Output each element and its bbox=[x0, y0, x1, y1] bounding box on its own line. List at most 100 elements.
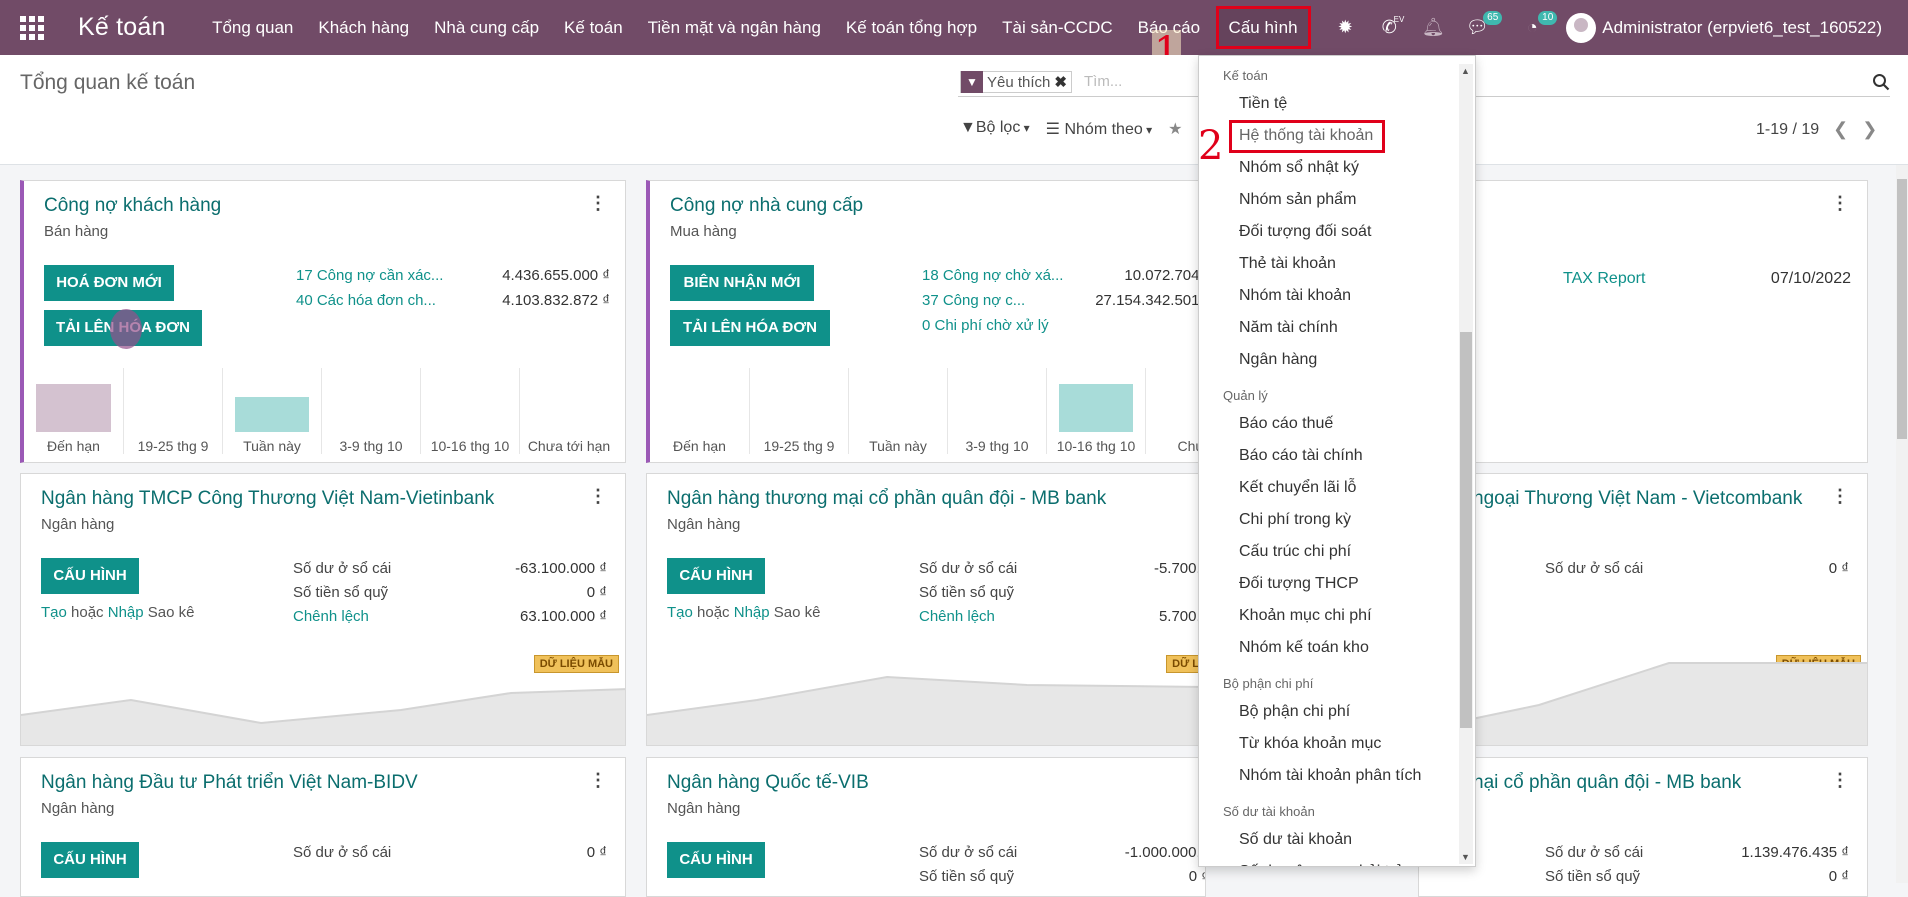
chart-column[interactable]: Chưa bbox=[1145, 368, 1205, 454]
search-icon[interactable] bbox=[1872, 73, 1890, 91]
summary-row[interactable]: 0 Chi phí chờ xử lý bbox=[922, 317, 1205, 334]
card-title[interactable]: Ngân hàng Đầu tư Phát triển Việt Nam-BID… bbox=[41, 772, 418, 794]
dropdown-item[interactable]: Tiền tệ bbox=[1199, 88, 1475, 120]
card-title[interactable]: Công nợ nhà cung cấp bbox=[670, 195, 863, 217]
chart-column[interactable]: Tuần này bbox=[222, 368, 321, 454]
tax-report-link[interactable]: TAX Report bbox=[1563, 270, 1645, 288]
dropdown-item[interactable]: Kết chuyển lãi lỗ bbox=[1199, 472, 1475, 504]
menu-item[interactable]: Tiền mặt và ngân hàng bbox=[635, 0, 833, 55]
summary-row[interactable]: 40 Các hóa đơn ch... 4.103.832.872 ₫ bbox=[296, 292, 610, 309]
summary-row[interactable]: 17 Công nợ cần xác... 4.436.655.000 ₫ bbox=[296, 267, 610, 284]
dropdown-item[interactable]: Đối tượng THCP bbox=[1199, 568, 1475, 600]
favorite-star-icon[interactable]: ★ bbox=[1168, 119, 1182, 139]
chart-bar[interactable] bbox=[1059, 384, 1133, 432]
activity-clock-icon[interactable]: ◔ 10 bbox=[1521, 10, 1558, 39]
dropdown-item[interactable]: Nhóm sổ nhật ký bbox=[1199, 152, 1475, 184]
summary-row[interactable]: 18 Công nợ chờ xá... 10.072.704.0 bbox=[922, 267, 1205, 284]
voip-phone-icon[interactable]: ✆ EV bbox=[1378, 15, 1405, 39]
card-title[interactable]: Công nợ khách hàng bbox=[44, 195, 221, 217]
chart-column[interactable]: 3-9 thg 10 bbox=[947, 368, 1046, 454]
menu-item-config[interactable]: Cấu hình bbox=[1215, 6, 1311, 49]
pager-next-icon[interactable]: ❯ bbox=[1862, 119, 1877, 140]
chart-column[interactable]: Tuần này bbox=[848, 368, 947, 454]
chat-icon[interactable]: 💬︎ 65 bbox=[1466, 10, 1503, 39]
pager-value[interactable]: 1-19 / 19 bbox=[1756, 121, 1819, 139]
bug-icon[interactable]: ✹ bbox=[1334, 17, 1356, 39]
card-title[interactable]: Ngân hàng TMCP Công Thương Việt Nam-Viet… bbox=[41, 488, 494, 510]
groupby-dropdown[interactable]: ☰ Nhóm theo bbox=[1046, 119, 1152, 139]
dropdown-item[interactable]: Số dư công nợ phải trả bbox=[1199, 856, 1475, 866]
card-menu-icon[interactable]: ⋮ bbox=[1831, 193, 1849, 214]
upload-invoice-button[interactable]: TẢI LÊN HÓA ĐƠN bbox=[670, 310, 830, 346]
chart-bar[interactable] bbox=[235, 397, 309, 432]
dropdown-item[interactable]: Khoản mục chi phí bbox=[1199, 600, 1475, 632]
dropdown-item[interactable]: Năm tài chính bbox=[1199, 312, 1475, 344]
card-title[interactable]: hại cổ phần quân đội - MB bank bbox=[1473, 772, 1741, 794]
create-link[interactable]: Tạo bbox=[667, 604, 693, 621]
dropdown-item[interactable]: Nhóm tài khoản phân tích bbox=[1199, 760, 1475, 792]
app-title[interactable]: Kế toán bbox=[78, 13, 166, 42]
configure-button[interactable]: CẤU HÌNH bbox=[41, 842, 139, 878]
menu-item[interactable]: Tài sản-CCDC bbox=[990, 0, 1126, 55]
card-menu-icon[interactable]: ⋮ bbox=[1831, 486, 1849, 507]
card-title[interactable]: Ngân hàng Quốc tế-VIB bbox=[667, 772, 869, 794]
menu-item[interactable]: Kế toán tổng hợp bbox=[833, 0, 989, 55]
scroll-down-icon[interactable]: ▼ bbox=[1461, 852, 1470, 862]
pager-previous-icon[interactable]: ❮ bbox=[1833, 119, 1848, 140]
page-scrollbar[interactable] bbox=[1896, 165, 1908, 883]
chart-column[interactable]: 10-16 thg 10 bbox=[420, 368, 519, 454]
dropdown-item[interactable]: Báo cáo tài chính bbox=[1199, 440, 1475, 472]
import-link[interactable]: Nhập bbox=[734, 604, 770, 621]
chart-column[interactable]: 19-25 thg 9 bbox=[123, 368, 222, 454]
menu-item[interactable]: Tổng quan bbox=[200, 0, 306, 55]
chart-column[interactable]: 3-9 thg 10 bbox=[321, 368, 420, 454]
chart-column[interactable]: Đến hạn bbox=[650, 368, 749, 454]
card-menu-icon[interactable]: ⋮ bbox=[589, 770, 607, 791]
dropdown-item[interactable]: Nhóm kế toán kho bbox=[1199, 632, 1475, 664]
chart-column[interactable]: 10-16 thg 10 bbox=[1046, 368, 1145, 454]
menu-item[interactable]: Nhà cung cấp bbox=[422, 0, 552, 55]
card-menu-icon[interactable]: ⋮ bbox=[589, 193, 607, 214]
balance-row[interactable]: Chênh lệch 63.100.000 ₫ bbox=[293, 608, 607, 625]
apps-menu-icon[interactable] bbox=[20, 15, 44, 40]
summary-row[interactable]: 37 Công nợ c... 27.154.342.501.3 bbox=[922, 292, 1205, 309]
scroll-up-icon[interactable]: ▲ bbox=[1461, 66, 1470, 76]
configure-button[interactable]: CẤU HÌNH bbox=[667, 842, 765, 878]
dropdown-item[interactable]: Ngân hàng bbox=[1199, 344, 1475, 376]
dropdown-item[interactable]: Cấu trúc chi phí bbox=[1199, 536, 1475, 568]
configure-button[interactable]: CẤU HÌNH bbox=[41, 558, 139, 594]
config-dropdown-menu: Kế toán Tiền tệ Hệ thống tài khoản Nhóm sổ … bbox=[1198, 55, 1476, 867]
balance-row[interactable]: Chênh lệch 5.700.0 bbox=[919, 608, 1205, 625]
menu-item[interactable]: Kế toán bbox=[552, 0, 636, 55]
user-menu[interactable]: Administrator (erpviet6_test_160522) bbox=[1566, 12, 1882, 43]
dropdown-item[interactable]: Đối tượng đối soát bbox=[1199, 216, 1475, 248]
dropdown-item[interactable]: Nhóm tài khoản bbox=[1199, 280, 1475, 312]
dropdown-item[interactable]: Số dư tài khoản bbox=[1199, 824, 1475, 856]
dropdown-item[interactable]: Từ khóa khoản mục bbox=[1199, 728, 1475, 760]
card-title[interactable]: Ngân hàng thương mại cổ phần quân đội - … bbox=[667, 488, 1106, 510]
chart-column[interactable]: Chưa tới hạn bbox=[519, 368, 618, 454]
search-facet[interactable]: ▼ Yêu thích ✖ bbox=[960, 71, 1072, 93]
facet-remove-icon[interactable]: ✖ bbox=[1054, 73, 1071, 91]
card-menu-icon[interactable]: ⋮ bbox=[1831, 770, 1849, 791]
menu-item[interactable]: Khách hàng bbox=[306, 0, 422, 55]
search-input[interactable]: Tìm... bbox=[1084, 73, 1122, 90]
chart-bar[interactable] bbox=[36, 384, 111, 432]
filter-dropdown[interactable]: ▼Bộ lọc bbox=[960, 119, 1030, 139]
dropdown-item[interactable]: Nhóm sản phẩm bbox=[1199, 184, 1475, 216]
bell-icon[interactable]: 🔔︎ bbox=[1422, 17, 1445, 39]
card-menu-icon[interactable]: ⋮ bbox=[589, 486, 607, 507]
import-link[interactable]: Nhập bbox=[108, 604, 144, 621]
create-link[interactable]: Tạo bbox=[41, 604, 67, 621]
chart-column[interactable]: Đến hạn bbox=[24, 368, 123, 454]
dropdown-item[interactable]: Chi phí trong kỳ bbox=[1199, 504, 1475, 536]
dropdown-scrollbar[interactable]: ▲ ▼ bbox=[1459, 64, 1473, 864]
new-invoice-button[interactable]: HOÁ ĐƠN MỚI bbox=[44, 265, 174, 301]
dropdown-item[interactable]: Thẻ tài khoản bbox=[1199, 248, 1475, 280]
chart-column[interactable]: 19-25 thg 9 bbox=[749, 368, 848, 454]
card-title[interactable]: ngoại Thương Việt Nam - Vietcombank bbox=[1473, 488, 1802, 510]
dropdown-item[interactable]: Bộ phận chi phí bbox=[1199, 696, 1475, 728]
configure-button[interactable]: CẤU HÌNH bbox=[667, 558, 765, 594]
dropdown-item[interactable]: Báo cáo thuế bbox=[1199, 408, 1475, 440]
new-receipt-button[interactable]: BIÊN NHẬN MỚI bbox=[670, 265, 814, 301]
